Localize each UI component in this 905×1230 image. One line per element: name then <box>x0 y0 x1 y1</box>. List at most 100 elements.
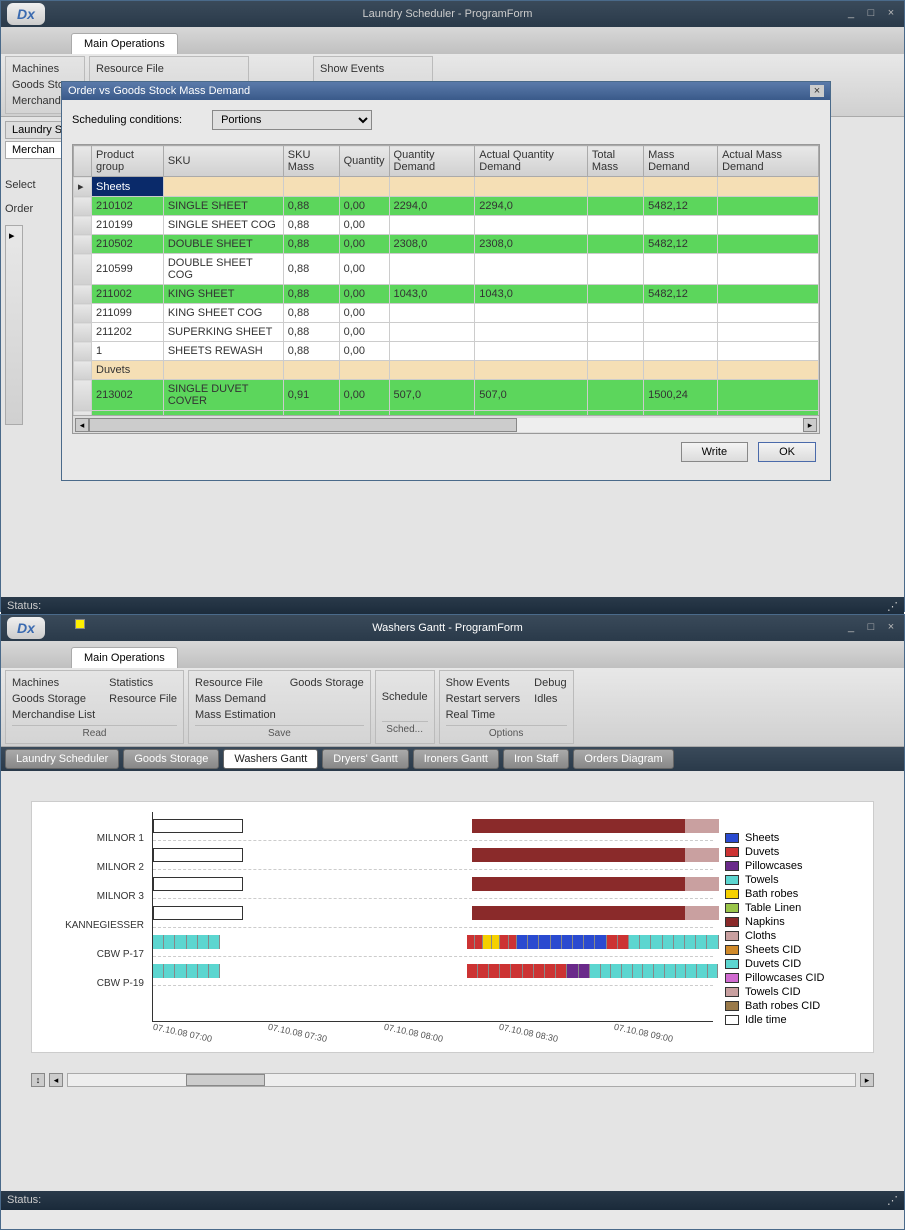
gantt-bar[interactable] <box>472 906 685 920</box>
cell[interactable]: 0,00 <box>339 342 389 361</box>
cell[interactable] <box>718 235 819 254</box>
r-goods-storage[interactable]: Goods Storage <box>12 691 95 707</box>
sc-schedule[interactable]: Schedule <box>382 675 428 719</box>
gantt-bar[interactable] <box>153 848 243 862</box>
cell[interactable] <box>475 323 588 342</box>
cell[interactable] <box>587 254 643 285</box>
subtab-ironers-gantt[interactable]: Ironers Gantt <box>413 749 499 769</box>
write-button[interactable]: Write <box>681 442 748 462</box>
cell[interactable]: 0,88 <box>283 216 339 235</box>
scroll-left-icon[interactable]: ◂ <box>75 418 89 432</box>
cell[interactable] <box>587 285 643 304</box>
col-2[interactable]: SKU Mass <box>283 146 339 177</box>
subtab-laundry-scheduler[interactable]: Laundry Scheduler <box>5 749 119 769</box>
cell[interactable] <box>475 304 588 323</box>
minimize-icon[interactable]: _ <box>844 7 858 21</box>
r-merchandise-list[interactable]: Merchandise List <box>12 707 95 723</box>
cell[interactable] <box>587 177 643 197</box>
cell[interactable] <box>389 304 475 323</box>
gantt-bar[interactable] <box>153 906 243 920</box>
gantt-bar[interactable] <box>153 935 220 949</box>
cell[interactable]: SINGLE SHEET <box>163 197 283 216</box>
cell[interactable]: 0,00 <box>339 285 389 304</box>
row-header[interactable] <box>74 235 92 254</box>
cell[interactable] <box>475 177 588 197</box>
r-machines[interactable]: Machines <box>12 675 95 691</box>
cell[interactable] <box>587 304 643 323</box>
cell[interactable]: 1043,0 <box>475 285 588 304</box>
o-real-time[interactable]: Real Time <box>446 707 521 723</box>
gantt-bar[interactable] <box>567 964 589 978</box>
cell[interactable] <box>718 304 819 323</box>
row-header[interactable] <box>74 323 92 342</box>
cell[interactable]: 211099 <box>92 304 164 323</box>
cell[interactable] <box>718 197 819 216</box>
col-4[interactable]: Quantity Demand <box>389 146 475 177</box>
cell[interactable] <box>587 361 643 380</box>
subtab-iron-staff[interactable]: Iron Staff <box>503 749 569 769</box>
cell[interactable] <box>718 177 819 197</box>
cell[interactable]: 0,00 <box>339 216 389 235</box>
cell[interactable] <box>163 177 283 197</box>
col-5[interactable]: Actual Quantity Demand <box>475 146 588 177</box>
cell[interactable]: SINGLE DUVET COG <box>163 411 283 416</box>
cell[interactable] <box>389 342 475 361</box>
gantt-bar[interactable] <box>467 935 484 949</box>
cell[interactable]: 210102 <box>92 197 164 216</box>
cell[interactable] <box>587 235 643 254</box>
cell[interactable]: KING SHEET <box>163 285 283 304</box>
o-show-events[interactable]: Show Events <box>446 675 521 691</box>
gantt-bar[interactable] <box>685 906 719 920</box>
subtab-goods-storage[interactable]: Goods Storage <box>123 749 219 769</box>
subtab-washers-gantt[interactable]: Washers Gantt <box>223 749 318 769</box>
cell[interactable] <box>339 361 389 380</box>
cell[interactable]: 0,88 <box>283 235 339 254</box>
cell[interactable] <box>475 342 588 361</box>
gantt-bar[interactable] <box>472 877 685 891</box>
s-mass-estimation[interactable]: Mass Estimation <box>195 707 276 723</box>
cell[interactable] <box>389 216 475 235</box>
minimize-icon-2[interactable]: _ <box>844 621 858 635</box>
cell[interactable]: 5482,12 <box>644 285 718 304</box>
cell[interactable] <box>718 254 819 285</box>
cell[interactable] <box>718 361 819 380</box>
cell[interactable]: 0,88 <box>283 254 339 285</box>
cell[interactable]: 0,88 <box>283 323 339 342</box>
close-icon-2[interactable]: × <box>884 621 898 635</box>
cell[interactable]: Sheets <box>92 177 164 197</box>
cell[interactable]: 0,88 <box>283 342 339 361</box>
cell[interactable] <box>718 216 819 235</box>
tab-merchandise[interactable]: Merchan <box>5 141 62 159</box>
cell[interactable] <box>587 323 643 342</box>
cell[interactable] <box>163 361 283 380</box>
r-resource-file[interactable]: Resource File <box>109 691 177 707</box>
gantt-bar[interactable] <box>153 877 243 891</box>
cell[interactable]: Duvets <box>92 361 164 380</box>
cell[interactable]: 210599 <box>92 254 164 285</box>
col-0[interactable]: Product group <box>92 146 164 177</box>
ribbon-resource-file[interactable]: Resource File <box>96 61 242 77</box>
cell[interactable]: 2294,0 <box>475 197 588 216</box>
col-8[interactable]: Actual Mass Demand <box>718 146 819 177</box>
tab-main-operations-2[interactable]: Main Operations <box>71 647 178 668</box>
gantt-scroll-right-icon[interactable]: ▸ <box>860 1073 874 1087</box>
cell[interactable] <box>587 197 643 216</box>
cell[interactable]: 1 <box>92 342 164 361</box>
gantt-bar[interactable] <box>607 935 629 949</box>
cell[interactable]: 1043,0 <box>389 285 475 304</box>
cell[interactable]: 2308,0 <box>475 235 588 254</box>
row-header[interactable] <box>74 254 92 285</box>
cell[interactable] <box>475 216 588 235</box>
cell[interactable]: SHEETS REWASH <box>163 342 283 361</box>
row-header[interactable] <box>74 304 92 323</box>
cell[interactable]: 5482,12 <box>644 197 718 216</box>
cell[interactable] <box>718 342 819 361</box>
o-idles[interactable]: Idles <box>534 691 566 707</box>
s-goods-storage[interactable]: Goods Storage <box>290 675 364 691</box>
cell[interactable] <box>644 323 718 342</box>
col-7[interactable]: Mass Demand <box>644 146 718 177</box>
gantt-bar[interactable] <box>153 819 243 833</box>
col-1[interactable]: SKU <box>163 146 283 177</box>
data-grid[interactable]: Product groupSKUSKU MassQuantityQuantity… <box>72 144 820 434</box>
cell[interactable] <box>475 254 588 285</box>
